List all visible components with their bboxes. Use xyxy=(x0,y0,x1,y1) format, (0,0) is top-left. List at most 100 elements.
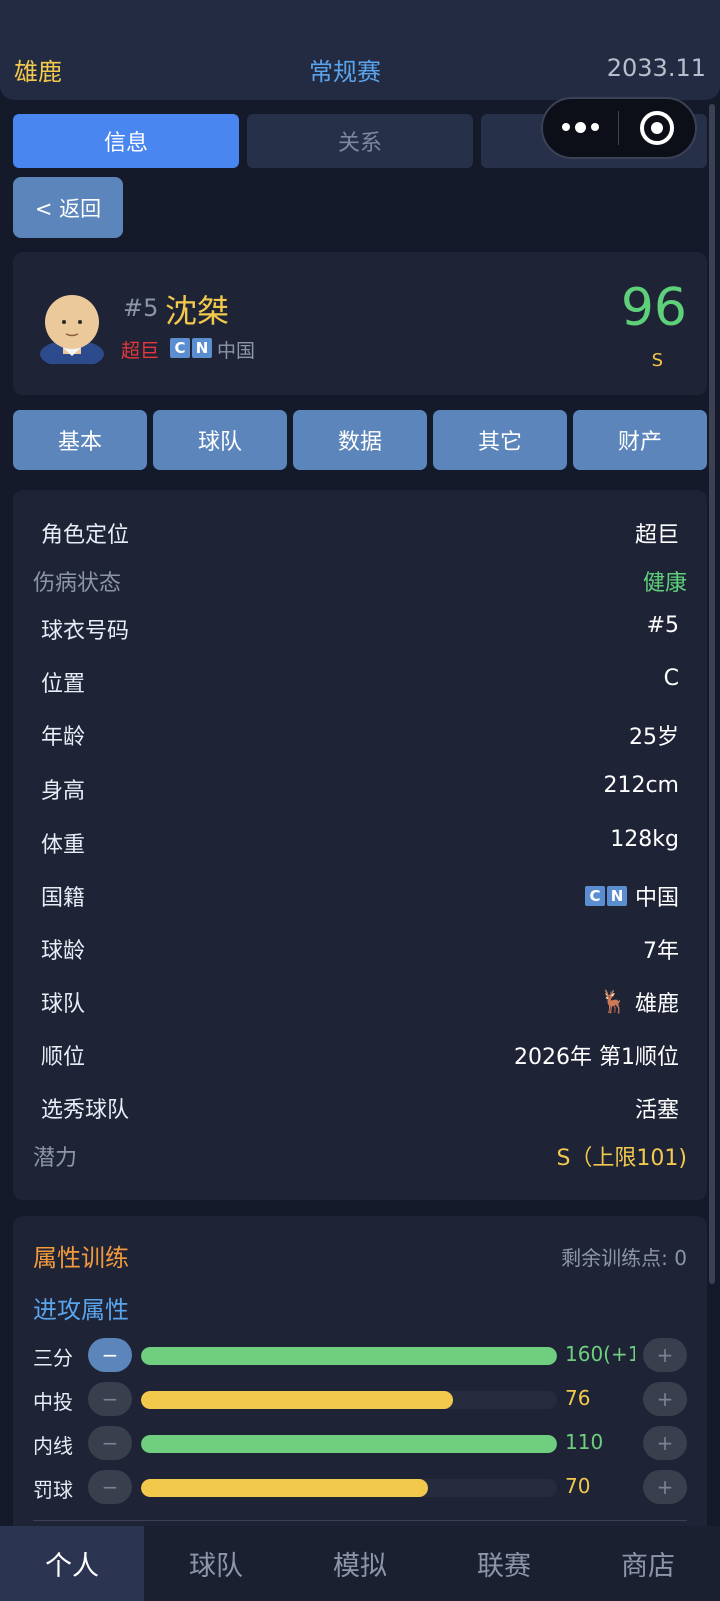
info-key: 角色定位 xyxy=(41,523,130,548)
subtab-stats[interactable]: 数据 xyxy=(293,410,427,470)
attr-plus-button[interactable]: + xyxy=(643,1338,687,1372)
attr-row-mid-range: 中投 − 76 + xyxy=(33,1382,687,1418)
training-card: 属性训练 剩余训练点: 0 进攻属性 三分 − 160(+10 + 中投 − 7… xyxy=(13,1216,707,1546)
attr-value: 76 xyxy=(565,1386,591,1410)
info-key: 年龄 xyxy=(41,725,86,750)
attr-name: 三分 xyxy=(33,1346,73,1370)
info-row-weight: 体重 128kg xyxy=(41,827,679,858)
more-dots-icon[interactable] xyxy=(543,122,618,133)
subtab-other[interactable]: 其它 xyxy=(433,410,567,470)
attr-row-inside: 内线 − 110 + xyxy=(33,1426,687,1462)
nav-simulate[interactable]: 模拟 xyxy=(288,1526,432,1601)
info-value: CN 中国 xyxy=(584,880,679,912)
info-value: 212cm xyxy=(603,773,679,798)
tab-info[interactable]: 信息 xyxy=(13,114,239,168)
attr-value: 160(+10 xyxy=(565,1342,635,1366)
info-row-injury: 伤病状态 健康 xyxy=(33,565,687,596)
attr-minus-button[interactable]: − xyxy=(88,1338,132,1372)
player-avatar xyxy=(40,295,104,364)
info-value: 2026年 第1顺位 xyxy=(514,1045,679,1070)
scrollbar[interactable] xyxy=(709,104,715,1284)
info-key: 球龄 xyxy=(41,939,86,964)
player-name: 沈桀 xyxy=(165,292,230,330)
attr-minus-button[interactable]: − xyxy=(88,1426,132,1460)
info-value: C xyxy=(663,666,679,691)
info-key: 球衣号码 xyxy=(41,619,130,644)
attack-attributes-title: 进攻属性 xyxy=(33,1296,129,1324)
info-key: 球队 xyxy=(41,992,86,1017)
attr-value: 70 xyxy=(565,1474,591,1498)
attr-bar-track xyxy=(141,1435,557,1453)
info-key: 选秀球队 xyxy=(41,1098,130,1123)
attr-row-three-point: 三分 − 160(+10 + xyxy=(33,1338,687,1374)
player-role: 超巨 xyxy=(121,340,160,362)
section-divider xyxy=(33,1520,687,1521)
attr-minus-button[interactable]: − xyxy=(88,1382,132,1416)
header-season-type[interactable]: 常规赛 xyxy=(0,52,690,87)
info-value: S（上限101) xyxy=(556,1146,687,1171)
info-row-team: 球队 🦌 雄鹿 xyxy=(41,986,679,1018)
nav-team[interactable]: 球队 xyxy=(144,1526,288,1601)
info-key: 位置 xyxy=(41,672,86,697)
header-date: 2033.11 xyxy=(606,54,706,82)
info-row-age: 年龄 25岁 xyxy=(41,719,679,750)
cn-flag-icon: CN xyxy=(584,886,627,906)
info-value: 超巨 xyxy=(634,523,679,548)
player-grade: S xyxy=(651,350,663,371)
attr-bar-fill xyxy=(141,1347,557,1365)
info-row-draft-team: 选秀球队 活塞 xyxy=(41,1092,679,1123)
player-card: #5 沈桀 超巨 CN 中国 96 S xyxy=(13,252,707,395)
info-value: 活塞 xyxy=(634,1098,679,1123)
tab-relations[interactable]: 关系 xyxy=(247,114,473,168)
attr-bar-fill xyxy=(141,1435,557,1453)
nationality-text: 中国 xyxy=(634,886,679,911)
deer-icon: 🦌 xyxy=(599,989,627,1015)
subtab-assets[interactable]: 财产 xyxy=(573,410,707,470)
attr-plus-button[interactable]: + xyxy=(643,1382,687,1416)
top-bar: 雄鹿 常规赛 2033.11 xyxy=(0,0,720,100)
info-key: 身高 xyxy=(41,779,86,804)
attr-name: 中投 xyxy=(33,1390,73,1414)
info-row-role: 角色定位 超巨 xyxy=(41,517,679,548)
attr-bar-track xyxy=(141,1347,557,1365)
info-row-years: 球龄 7年 xyxy=(41,933,679,964)
attr-plus-button[interactable]: + xyxy=(643,1426,687,1460)
attr-plus-button[interactable]: + xyxy=(643,1470,687,1504)
info-key: 体重 xyxy=(41,833,86,858)
attr-value: 110 xyxy=(565,1430,604,1454)
info-key: 潜力 xyxy=(33,1146,78,1171)
attr-bar-fill xyxy=(141,1391,453,1409)
info-key: 国籍 xyxy=(41,886,86,911)
attr-bar-track xyxy=(141,1479,557,1497)
attr-bar-fill xyxy=(141,1479,429,1497)
player-rating: 96 xyxy=(620,278,687,338)
team-text: 雄鹿 xyxy=(634,992,679,1017)
player-country: 中国 xyxy=(217,340,256,362)
info-value: 🦌 雄鹿 xyxy=(600,986,679,1018)
info-row-nationality: 国籍 CN 中国 xyxy=(41,880,679,912)
subtab-basic[interactable]: 基本 xyxy=(13,410,147,470)
info-row-draft: 顺位 2026年 第1顺位 xyxy=(41,1039,679,1070)
attr-minus-button[interactable]: − xyxy=(88,1470,132,1504)
info-row-height: 身高 212cm xyxy=(41,773,679,804)
info-row-jersey: 球衣号码 #5 xyxy=(41,613,679,644)
info-value: 健康 xyxy=(642,571,687,596)
back-button[interactable]: < 返回 xyxy=(13,177,123,238)
info-value: #5 xyxy=(646,613,679,638)
cn-flag-icon: CN xyxy=(170,338,212,358)
detail-subtabs: 基本 球队 数据 其它 财产 xyxy=(13,410,707,470)
player-number: #5 xyxy=(123,294,159,322)
player-info-card: 角色定位 超巨 伤病状态 健康 球衣号码 #5 位置 C 年龄 25岁 身高 2… xyxy=(13,490,707,1200)
attr-name: 罚球 xyxy=(33,1478,73,1502)
training-points-remaining: 剩余训练点: 0 xyxy=(561,1246,687,1270)
info-row-position: 位置 C xyxy=(41,666,679,697)
info-value: 25岁 xyxy=(629,725,679,750)
target-icon[interactable] xyxy=(619,111,695,145)
info-key: 伤病状态 xyxy=(33,571,122,596)
info-value: 7年 xyxy=(643,939,679,964)
subtab-team[interactable]: 球队 xyxy=(153,410,287,470)
info-value: 128kg xyxy=(610,827,679,852)
nav-personal[interactable]: 个人 xyxy=(0,1526,144,1601)
nav-shop[interactable]: 商店 xyxy=(576,1526,720,1601)
nav-league[interactable]: 联赛 xyxy=(432,1526,576,1601)
